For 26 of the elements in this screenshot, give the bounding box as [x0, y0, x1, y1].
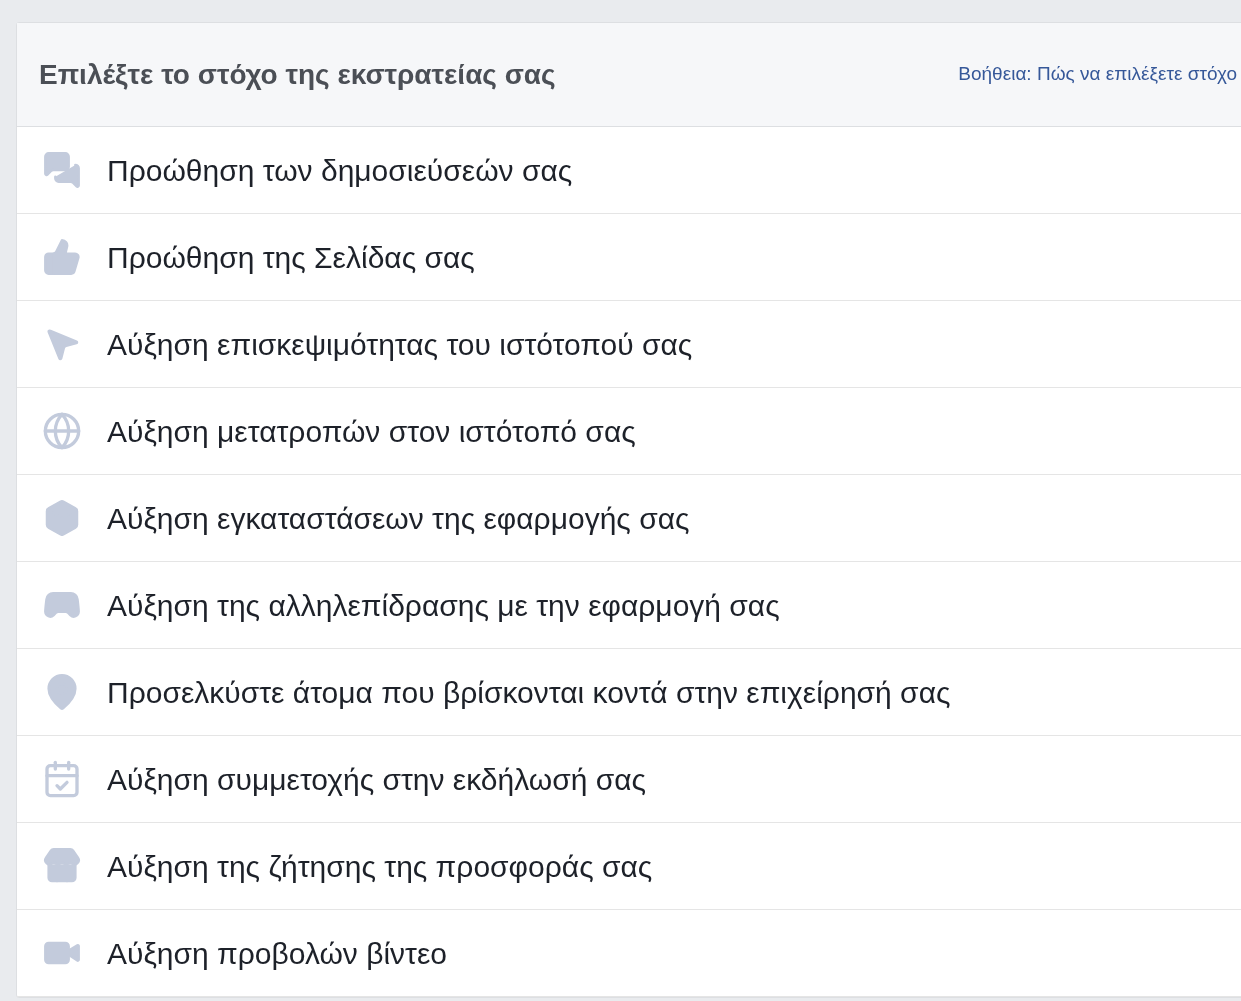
globe-icon — [42, 411, 82, 451]
calendar-icon — [42, 759, 82, 799]
objective-label: Αύξηση προβολών βίντεο — [107, 935, 448, 972]
objective-label: Αύξηση επισκεψιμότητας του ιστότοπού σας — [107, 326, 693, 363]
thumbs-up-icon — [42, 237, 82, 277]
objective-item[interactable]: Αύξηση επισκεψιμότητας του ιστότοπού σας — [17, 301, 1241, 388]
objective-label: Προώθηση των δημοσιεύσεών σας — [107, 152, 573, 189]
objective-label: Αύξηση μετατροπών στον ιστότοπό σας — [107, 413, 636, 450]
objective-label: Αύξηση εγκαταστάσεων της εφαρμογής σας — [107, 500, 690, 537]
panel-title: Επιλέξτε το στόχο της εκστρατείας σας — [39, 57, 556, 92]
objective-item[interactable]: Προσελκύστε άτομα που βρίσκονται κοντά στην επιχείρησή σας — [17, 649, 1241, 736]
objective-item[interactable]: Προώθηση της Σελίδας σας — [17, 214, 1241, 301]
objective-label: Προώθηση της Σελίδας σας — [107, 239, 475, 276]
objective-label: Αύξηση της αλληλεπίδρασης με την εφαρμογή σας — [107, 587, 780, 624]
objective-item[interactable]: Αύξηση συμμετοχής στην εκδήλωσή σας — [17, 736, 1241, 823]
objective-item[interactable]: Αύξηση εγκαταστάσεων της εφαρμογής σας — [17, 475, 1241, 562]
objective-item[interactable]: Αύξηση της αλληλεπίδρασης με την εφαρμογή σας — [17, 562, 1241, 649]
chat-bubbles-icon — [42, 150, 82, 190]
help-link[interactable]: Βοήθεια: Πώς να επιλέξετε στόχο — [958, 60, 1237, 89]
objective-item[interactable]: Αύξηση μετατροπών στον ιστότοπό σας — [17, 388, 1241, 475]
objective-item[interactable]: Προώθηση των δημοσιεύσεών σας — [17, 127, 1241, 214]
objective-label: Προσελκύστε άτομα που βρίσκονται κοντά στην επιχείρησή σας — [107, 674, 951, 711]
objective-label: Αύξηση συμμετοχής στην εκδήλωσή σας — [107, 761, 647, 798]
objective-item[interactable]: Αύξηση προβολών βίντεο — [17, 910, 1241, 997]
objective-label: Αύξηση της ζήτησης της προσφοράς σας — [107, 848, 653, 885]
objective-item[interactable]: Αύξηση της ζήτησης της προσφοράς σας — [17, 823, 1241, 910]
